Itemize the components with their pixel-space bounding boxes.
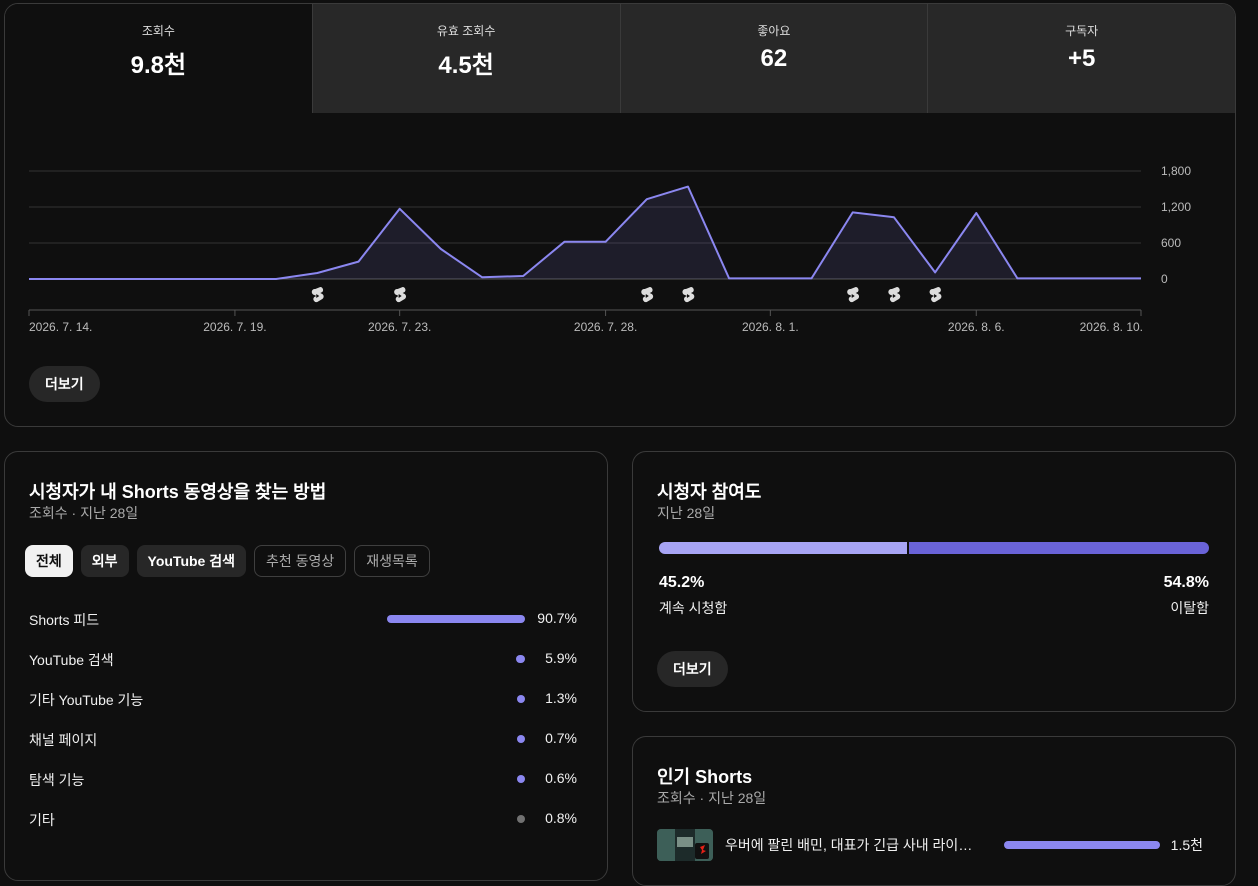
engagement-card: 시청자 참여도 지난 28일 45.2% 계속 시청함 54.8% 이탈함 더보…: [632, 451, 1236, 712]
stat-value: +5: [1067, 45, 1096, 72]
short-views: 1.5천: [1170, 837, 1203, 853]
top-shorts-card: 인기 Shorts 조회수 · 지난 28일 우버에 팔린 배민, 대표가 긴급…: [632, 736, 1236, 886]
stat-tab-engaged-views[interactable]: 유효 조회수 4.5천: [312, 4, 621, 113]
card-subtitle: 조회수 · 지난 28일: [29, 505, 139, 521]
overview-more-button[interactable]: 더보기: [29, 366, 100, 402]
traffic-source-label: 탐색 기능: [29, 772, 85, 788]
stat-label: 좋아요: [757, 24, 791, 38]
traffic-source-bar: [517, 775, 525, 783]
y-tick-label: 1,200: [1161, 200, 1191, 214]
shorts-icon: [641, 287, 654, 303]
stat-label: 구독자: [1065, 24, 1099, 38]
stats-tabs: 조회수 9.8천 유효 조회수 4.5천 좋아요 62 구독자 +5: [5, 4, 1235, 113]
traffic-source-bar: [517, 815, 525, 823]
card-title: 인기 Shorts: [657, 767, 753, 787]
shorts-icon: [394, 287, 407, 303]
engagement-more-button[interactable]: 더보기: [657, 651, 728, 687]
traffic-source-row: 기타 0.8%: [29, 809, 577, 829]
traffic-source-bar: [516, 655, 525, 663]
filter-chip[interactable]: 재생목록: [354, 545, 430, 577]
overview-card: 조회수 9.8천 유효 조회수 4.5천 좋아요 62 구독자 +5 1,800…: [4, 3, 1236, 427]
card-subtitle: 지난 28일: [657, 505, 716, 521]
swiped-percent: 54.8%: [1163, 574, 1209, 591]
views-chart: 1,800 1,200 600 0 2026. 7. 14. 2026. 7. 19. 20…: [28, 164, 1191, 334]
traffic-source-bar: [517, 735, 525, 743]
traffic-source-percent: 0.6%: [545, 770, 577, 786]
traffic-source-row: 기타 YouTube 기능 1.3%: [29, 689, 577, 709]
filter-chip[interactable]: YouTube 검색: [136, 545, 246, 577]
x-tick-label: 2026. 7. 28.: [574, 320, 637, 334]
x-tick-label: 2026. 7. 19.: [203, 320, 266, 334]
traffic-source-label: 기타 YouTube 기능: [29, 692, 144, 708]
card-title: 시청자가 내 Shorts 동영상을 찾는 방법: [29, 482, 327, 502]
card-subtitle: 조회수 · 지난 28일: [657, 790, 767, 806]
shorts-icon: [311, 287, 324, 303]
traffic-source-row: Shorts 피드 90.7%: [29, 609, 577, 629]
traffic-source-percent: 1.3%: [545, 690, 577, 706]
traffic-source-row: 탐색 기능 0.6%: [29, 769, 577, 789]
traffic-source-percent: 0.7%: [545, 730, 577, 746]
stat-tab-likes[interactable]: 좋아요 62: [620, 4, 929, 113]
y-tick-label: 1,800: [1161, 164, 1191, 178]
short-thumbnail[interactable]: [657, 829, 713, 861]
stayed-label: 계속 시청함: [659, 600, 728, 616]
x-tick-label: 2026. 7. 23.: [368, 320, 431, 334]
short-views-bar: [1004, 841, 1160, 849]
traffic-source-percent: 0.8%: [545, 810, 577, 826]
shorts-icon: [929, 287, 942, 303]
y-tick-label: 0: [1161, 272, 1168, 286]
traffic-source-label: YouTube 검색: [29, 652, 114, 668]
shorts-icon: [682, 287, 695, 303]
stat-label: 조회수: [141, 24, 175, 38]
x-tick-label: 2026. 7. 14.: [29, 320, 92, 334]
traffic-source-label: 채널 페이지: [29, 732, 98, 748]
stat-label: 유효 조회수: [436, 24, 496, 38]
short-title[interactable]: 우버에 팔린 배민, 대표가 긴급 사내 라이브 방송 켠 이유: [725, 835, 975, 855]
x-tick-label: 2026. 8. 6.: [948, 320, 1005, 334]
stat-value: 62: [760, 45, 788, 72]
x-tick-label: 2026. 8. 1.: [742, 320, 799, 334]
stat-tab-views[interactable]: 조회수 9.8천: [5, 4, 313, 113]
traffic-source-percent: 5.9%: [545, 650, 577, 666]
filter-chip[interactable]: 전체: [25, 545, 73, 577]
x-tick-label: 2026. 8. 10.: [1080, 320, 1143, 334]
swiped-label: 이탈함: [1170, 600, 1209, 616]
traffic-source-bar: [517, 695, 525, 703]
traffic-source-label: Shorts 피드: [29, 612, 100, 628]
series-area: [29, 186, 1141, 279]
stayed-percent: 45.2%: [659, 574, 705, 591]
filter-chip[interactable]: 외부: [80, 545, 129, 577]
stayed-bar: [659, 542, 907, 554]
y-tick-label: 600: [1161, 236, 1181, 250]
stat-value: 4.5천: [438, 52, 494, 79]
traffic-source-percent: 90.7%: [537, 610, 577, 626]
stat-value: 9.8천: [130, 52, 187, 79]
traffic-source-label: 기타: [29, 812, 55, 828]
traffic-filter-chips: 전체 외부 YouTube 검색 추천 동영상 재생목록: [25, 545, 430, 577]
swiped-bar: [908, 542, 1209, 554]
filter-chip[interactable]: 추천 동영상: [254, 545, 347, 577]
traffic-source-row: YouTube 검색 5.9%: [29, 649, 577, 669]
shorts-icon: [888, 287, 901, 303]
card-title: 시청자 참여도: [657, 482, 762, 502]
shorts-icon: [847, 287, 860, 303]
stat-tab-subscribers[interactable]: 구독자 +5: [928, 4, 1235, 113]
traffic-sources-card: 시청자가 내 Shorts 동영상을 찾는 방법 조회수 · 지난 28일 전체…: [4, 451, 608, 881]
traffic-source-row: 채널 페이지 0.7%: [29, 729, 577, 749]
traffic-source-bar: [387, 615, 525, 623]
